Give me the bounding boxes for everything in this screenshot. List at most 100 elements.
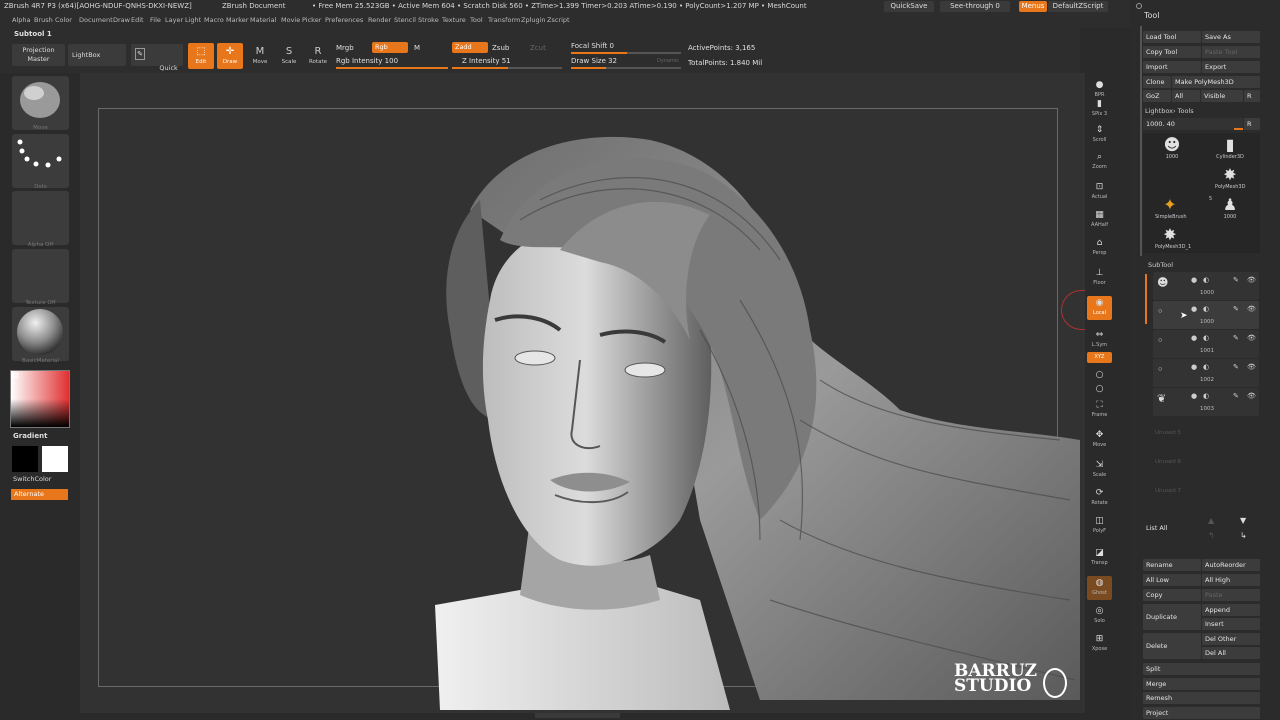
eye-icon[interactable]: 👁	[1247, 392, 1256, 400]
scroll-button[interactable]: ⇕ Scroll	[1087, 123, 1112, 147]
list-all-button[interactable]: List All	[1143, 522, 1201, 534]
subtool-scrollbar[interactable]	[1145, 274, 1147, 324]
tool-value-slider[interactable]: 1000. 40	[1143, 118, 1243, 130]
visibility-dot-icon[interactable]: ●	[1191, 334, 1197, 342]
tool-thumb-6[interactable]: ✸ PolyMesh3D_1	[1155, 226, 1191, 254]
visibility-dot-icon[interactable]: ●	[1191, 276, 1197, 284]
export-button[interactable]: Export	[1202, 61, 1260, 73]
xyz-button[interactable]: ✕XYZ	[1087, 352, 1112, 363]
edit-icon[interactable]: ✎	[1233, 363, 1239, 371]
copy-tool-button[interactable]: Copy Tool	[1143, 46, 1201, 58]
edit-icon[interactable]: ✎	[1233, 305, 1239, 313]
palette-scrollbar[interactable]	[1140, 26, 1142, 256]
copy-subtool-button[interactable]: Copy	[1143, 589, 1201, 601]
visibility-dot-icon[interactable]: ●	[1191, 392, 1197, 400]
polypaint-icon[interactable]: ◐	[1203, 363, 1209, 371]
palette-pin-icon[interactable]	[1136, 3, 1142, 9]
rotate-button[interactable]: ⟳ Rotate	[1087, 486, 1112, 510]
sculpt-bust-figure[interactable]	[0, 0, 1085, 713]
paste-subtool-button[interactable]: Paste	[1202, 589, 1260, 601]
eye-icon[interactable]: 👁	[1247, 334, 1256, 342]
edit-icon[interactable]: ✎	[1233, 392, 1239, 400]
subtool-header[interactable]: SubTool	[1148, 261, 1173, 269]
scale-button[interactable]: ⇲ Scale	[1087, 458, 1112, 482]
persp-button[interactable]: ⌂ Persp	[1087, 236, 1112, 260]
tool-thumb-5[interactable]: ♟ 1000 5	[1209, 195, 1245, 221]
polyf-button[interactable]: ◫ PolyF	[1087, 514, 1112, 538]
autoreorder-button[interactable]: AutoReorder	[1202, 559, 1260, 571]
move-bottom-icon[interactable]: ↳	[1240, 531, 1247, 540]
frame-button[interactable]: ⛶ Frame	[1087, 398, 1112, 422]
subtool-row[interactable]: ● ◐ ✎ 👁 ◦ 1002	[1153, 359, 1259, 387]
watermark-logo	[1043, 668, 1067, 698]
tool-thumb-0[interactable]: ☻ 1000	[1155, 136, 1189, 180]
clone-button[interactable]: Clone	[1143, 76, 1171, 88]
remesh-menu[interactable]: Remesh	[1143, 692, 1260, 704]
zoom-button[interactable]: ⌕ Zoom	[1087, 150, 1112, 174]
eye-icon[interactable]: 👁	[1247, 363, 1256, 371]
lightbox-tools-button[interactable]: Lightbox› Tools	[1145, 107, 1194, 115]
make-polymesh-button[interactable]: Make PolyMesh3D	[1172, 76, 1260, 88]
tool-r-button[interactable]: R	[1244, 118, 1260, 130]
load-tool-button[interactable]: Load Tool	[1143, 31, 1201, 43]
transp-button[interactable]: ◪ Transp	[1087, 546, 1112, 570]
goz-visible-button[interactable]: Visible	[1201, 90, 1243, 102]
floor-button[interactable]: ⊥ Floor	[1087, 266, 1112, 290]
del-other-button[interactable]: Del Other	[1202, 633, 1260, 645]
bottom-tray-handle[interactable]	[535, 713, 620, 718]
project-menu[interactable]: Project	[1143, 707, 1260, 719]
visibility-dot-icon[interactable]: ●	[1191, 305, 1197, 313]
subtool-row[interactable]: ● ◐ ✎ 👁 ☻ 1000	[1153, 272, 1259, 300]
split-menu[interactable]: Split	[1143, 663, 1260, 675]
tool-thumb-3[interactable]: ✸ PolyMesh3D	[1215, 166, 1245, 194]
subtool-row[interactable]: ● ◐ ✎ 👁 ◦ 1000	[1153, 301, 1259, 329]
move-down-icon[interactable]: ▼	[1240, 516, 1246, 525]
del-all-button[interactable]: Del All	[1202, 647, 1260, 659]
head-small-icon: ♟	[1222, 195, 1238, 214]
edit-icon[interactable]: ✎	[1233, 334, 1239, 342]
rename-button[interactable]: Rename	[1143, 559, 1201, 571]
eye-icon[interactable]: 👁	[1247, 305, 1256, 313]
spix-3-button[interactable]: ▮ SPix 3	[1087, 97, 1112, 121]
subtool-thumb-icon: ❦	[1157, 392, 1167, 405]
visibility-dot-icon[interactable]: ●	[1191, 363, 1197, 371]
append-button[interactable]: Append	[1202, 604, 1260, 616]
save-as-button[interactable]: Save As	[1202, 31, 1260, 43]
aahalf-button[interactable]: ▦ AAHalf	[1087, 208, 1112, 232]
ghost-button[interactable]: ◍ Ghost	[1087, 576, 1112, 600]
all-high-button[interactable]: All High	[1202, 574, 1260, 586]
polypaint-icon[interactable]: ◐	[1203, 392, 1209, 400]
edit-icon[interactable]: ✎	[1233, 276, 1239, 284]
goz-r-button[interactable]: R	[1244, 90, 1260, 102]
paste-tool-button[interactable]: Paste Tool	[1202, 46, 1260, 58]
polypaint-icon[interactable]: ◐	[1203, 334, 1209, 342]
l-sym-button[interactable]: ⇔ L.Sym	[1087, 328, 1112, 352]
local-label: Local	[1093, 310, 1106, 316]
local-button[interactable]: ◉ Local	[1087, 296, 1112, 320]
polypaint-icon[interactable]: ◐	[1203, 276, 1209, 284]
import-button[interactable]: Import	[1143, 61, 1201, 73]
duplicate-button[interactable]: Duplicate	[1143, 604, 1201, 630]
move-button[interactable]: ✥ Move	[1087, 428, 1112, 452]
tool-thumb-2[interactable]	[1155, 182, 1185, 190]
head-icon: ☻	[1163, 135, 1181, 154]
tool-thumb-4[interactable]: ✦ SimpleBrush	[1155, 196, 1187, 224]
merge-menu[interactable]: Merge	[1143, 678, 1260, 690]
polypaint-icon[interactable]: ◐	[1203, 305, 1209, 313]
xpose-button[interactable]: ⊞ Xpose	[1087, 632, 1112, 656]
goz-all-button[interactable]: All	[1172, 90, 1200, 102]
eye-icon[interactable]: 👁	[1247, 276, 1256, 284]
insert-button[interactable]: Insert	[1202, 618, 1260, 630]
solo-button[interactable]: ◎ Solo	[1087, 604, 1112, 628]
goz-button[interactable]: GoZ	[1143, 90, 1171, 102]
tool-thumb-1[interactable]: ▮ Cylinder3D	[1215, 136, 1245, 166]
subtool-row[interactable]: ● ◐ ✎ 👁 ❦ 1003	[1153, 388, 1259, 416]
all-low-button[interactable]: All Low	[1143, 574, 1201, 586]
move-top-icon[interactable]: ↰	[1208, 531, 1215, 540]
transp-label: Transp	[1091, 560, 1108, 566]
subtool-row[interactable]: ● ◐ ✎ 👁 ◦ 1001	[1153, 330, 1259, 358]
move-up-icon[interactable]: ▲	[1208, 516, 1214, 525]
l-sym-label: L.Sym	[1091, 342, 1108, 348]
delete-button[interactable]: Delete	[1143, 633, 1201, 659]
actual-button[interactable]: ⊡ Actual	[1087, 180, 1112, 204]
